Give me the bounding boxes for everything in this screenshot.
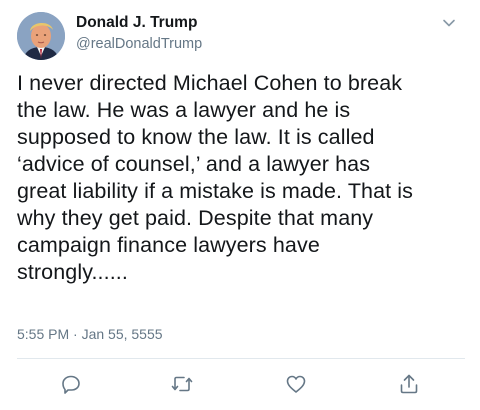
tweet-text-line: why they get paid. Despite that many (17, 206, 374, 230)
retweet-button[interactable] (170, 372, 194, 396)
tweet-text: I never directed Michael Cohen to break … (17, 70, 467, 286)
profile-photo-icon (17, 12, 65, 60)
user-handle[interactable]: @realDonaldTrump (76, 36, 202, 52)
tweet-text-line: campaign finance lawyers have (17, 233, 320, 257)
tweet-text-line: strongly...... (17, 260, 128, 284)
tweet-text-line: the law. He was a lawyer and he is (17, 98, 351, 122)
divider (17, 358, 465, 359)
share-button[interactable] (397, 372, 421, 396)
tweet-text-line: ‘advice of counsel,’ and a lawyer has (17, 152, 371, 176)
heart-icon (286, 375, 306, 393)
reply-icon (62, 375, 80, 394)
tweet-card: Donald J. Trump @realDonaldTrump I never… (0, 0, 480, 410)
like-button[interactable] (284, 372, 308, 396)
tweet-text-line: supposed to know the law. It is called (17, 125, 375, 149)
avatar[interactable] (17, 12, 65, 60)
tweet-text-line: I never directed Michael Cohen to break (17, 71, 403, 95)
tweet-text-line: great liability if a mistake is made. Th… (17, 179, 414, 203)
chevron-down-icon[interactable] (440, 14, 458, 32)
share-icon (400, 374, 418, 394)
reply-button[interactable] (59, 372, 83, 396)
display-name[interactable]: Donald J. Trump (76, 14, 197, 32)
retweet-icon (171, 376, 193, 392)
tweet-timestamp[interactable]: 5:55 PM · Jan 55, 5555 (17, 326, 163, 342)
